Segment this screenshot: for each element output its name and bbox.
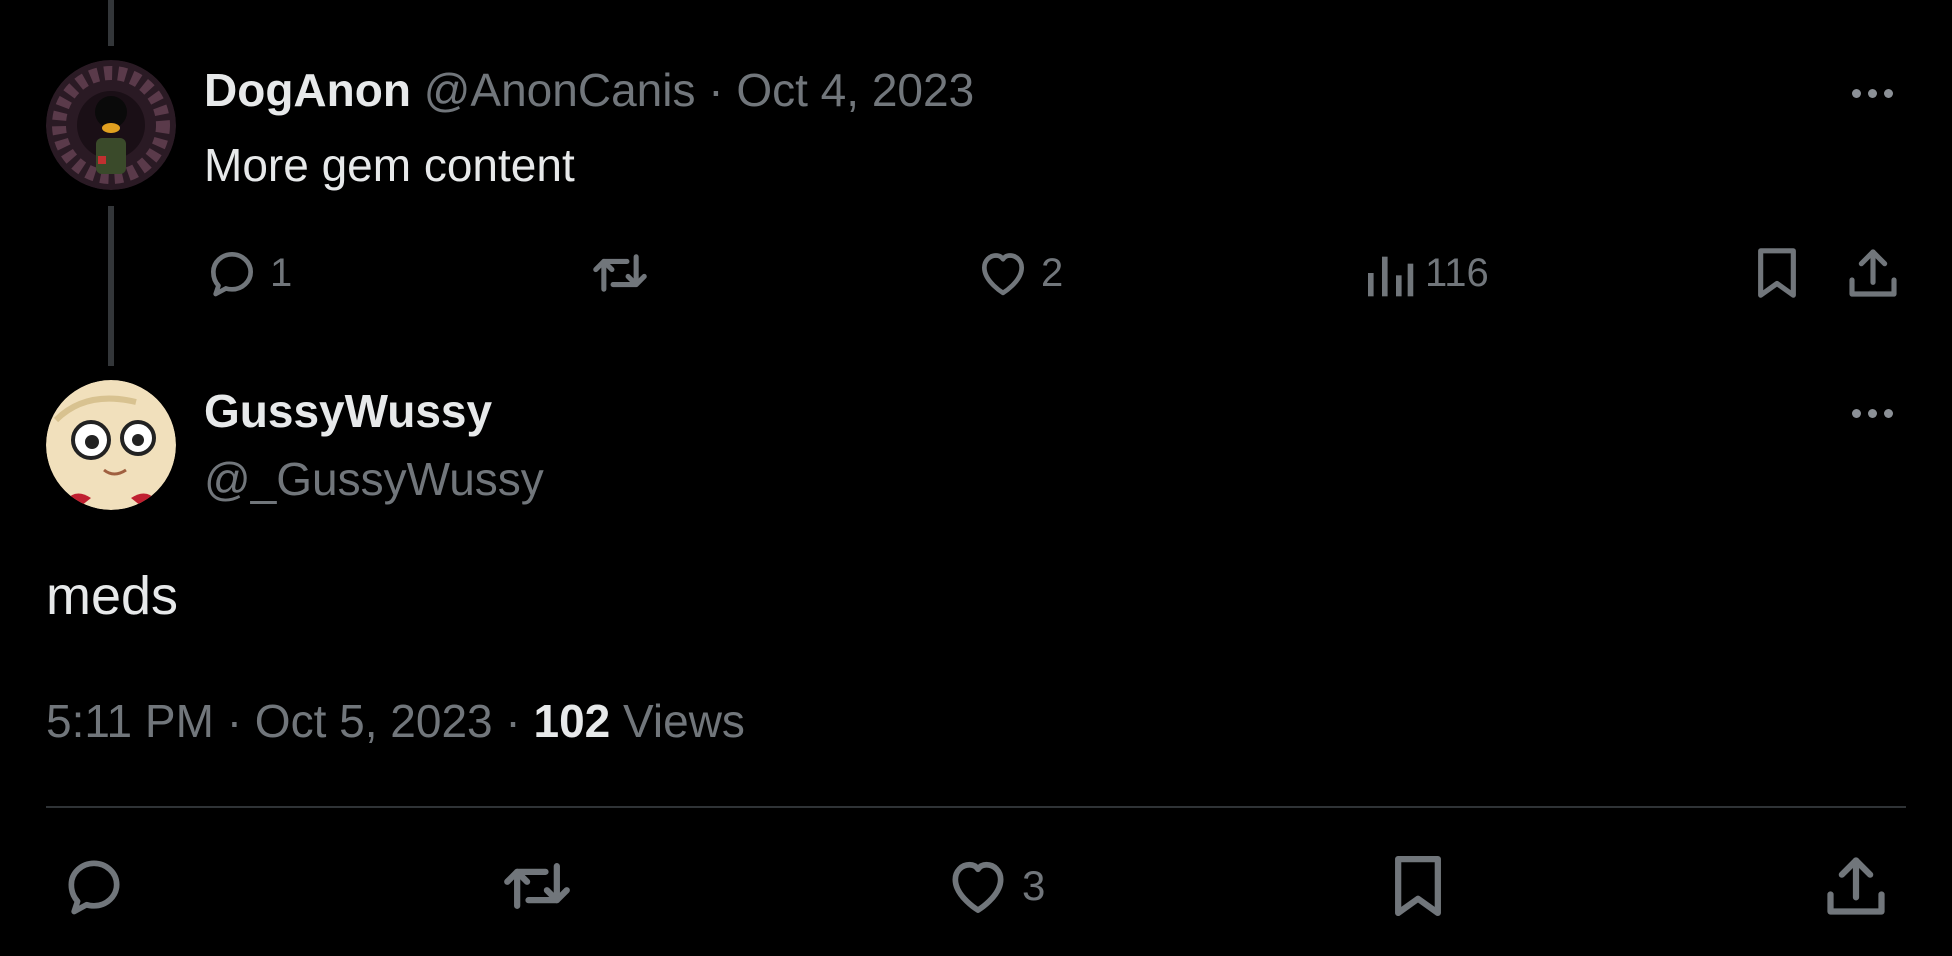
- more-dot: [1852, 89, 1861, 98]
- divider: [46, 806, 1906, 808]
- bookmark-button[interactable]: [1751, 245, 1803, 301]
- more-dot: [1868, 409, 1877, 418]
- tweet-timestamp-row: 5:11 PM · Oct 5, 2023 · 102 Views: [46, 694, 745, 748]
- main-more-options-button[interactable]: [1852, 409, 1893, 418]
- main-bookmark-button[interactable]: [1388, 852, 1448, 920]
- main-handle[interactable]: @_GussyWussy: [204, 452, 544, 506]
- like-button[interactable]: 2: [975, 245, 1063, 301]
- thread-line-top: [108, 0, 114, 46]
- reply-button[interactable]: 1: [204, 245, 292, 301]
- tweet-date[interactable]: Oct 4, 2023: [736, 64, 974, 116]
- main-share-button[interactable]: [1822, 852, 1890, 920]
- more-dot: [1852, 409, 1861, 418]
- like-count: 2: [1041, 250, 1064, 295]
- heart-icon: [975, 245, 1031, 301]
- bookmark-icon: [1751, 245, 1803, 301]
- more-dot: [1884, 89, 1893, 98]
- parent-tweet-header: DogAnon @AnonCanis · Oct 4, 2023: [204, 63, 974, 117]
- views-button[interactable]: 116: [1363, 245, 1489, 301]
- display-name[interactable]: DogAnon: [204, 64, 411, 116]
- thread-line-connector: [108, 206, 114, 366]
- heart-icon: [944, 852, 1012, 920]
- views-count: 116: [1425, 250, 1489, 295]
- analytics-bars-icon: [1363, 245, 1415, 301]
- retweet-icon: [500, 852, 574, 920]
- share-upload-icon: [1845, 245, 1901, 301]
- handle[interactable]: @AnonCanis: [424, 64, 696, 116]
- share-upload-icon: [1822, 852, 1890, 920]
- main-like-count: 3: [1022, 862, 1046, 909]
- more-options-button[interactable]: [1852, 89, 1893, 98]
- main-like-button[interactable]: 3: [944, 852, 1045, 920]
- main-retweet-button[interactable]: [500, 852, 574, 920]
- share-button[interactable]: [1845, 245, 1901, 301]
- reply-bubble-icon: [60, 852, 128, 920]
- more-dot: [1884, 409, 1893, 418]
- reply-count: 1: [270, 250, 293, 295]
- main-reply-button[interactable]: [60, 852, 128, 920]
- tweet-date[interactable]: Oct 5, 2023: [255, 695, 493, 747]
- reply-bubble-icon: [204, 245, 260, 301]
- main-display-name[interactable]: GussyWussy: [204, 384, 492, 438]
- more-dot: [1868, 89, 1877, 98]
- parent-tweet-text: More gem content: [204, 139, 575, 191]
- tweet-time[interactable]: 5:11 PM: [46, 695, 214, 747]
- separator-dot: ·: [226, 695, 243, 747]
- views-label: Views: [623, 695, 745, 747]
- retweet-button[interactable]: [590, 245, 650, 301]
- views-count: 102: [533, 695, 611, 747]
- separator-dot: ·: [505, 695, 521, 747]
- separator-dot: ·: [708, 64, 724, 116]
- bookmark-icon: [1388, 852, 1448, 920]
- avatar-gussywussy[interactable]: [46, 380, 176, 510]
- main-tweet-text: meds: [46, 566, 179, 626]
- retweet-icon: [590, 245, 650, 301]
- avatar-doganon[interactable]: [46, 60, 176, 190]
